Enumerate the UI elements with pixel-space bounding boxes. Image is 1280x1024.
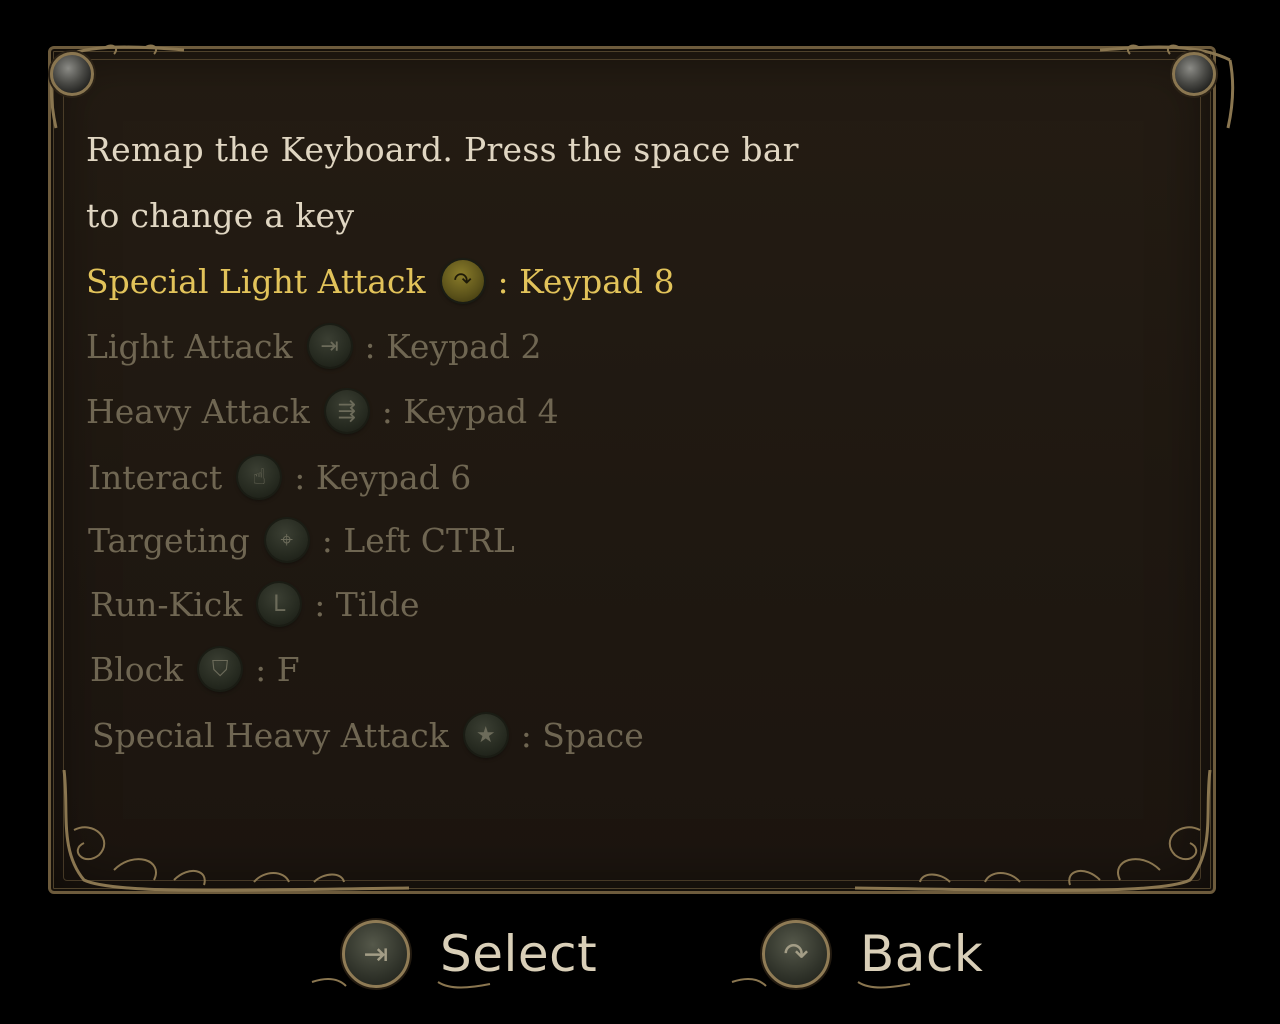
instructions-line-2: to change a key [86,196,355,235]
instructions-line-1: Remap the Keyboard. Press the space bar [86,130,799,169]
binding-key-label: : Keypad 2 [364,326,542,366]
binding-action-label: Special Light Attack [86,261,426,301]
binding-heavy-attack[interactable]: Heavy Attack ⇶ : Keypad 4 [86,390,559,432]
shield-icon: ⛉ [199,648,242,690]
binding-special-light-attack[interactable]: Special Light Attack ↷ : Keypad 8 [86,260,675,302]
binding-key-label: : F [255,649,300,689]
binding-key-label: : Space [520,715,644,755]
corner-orb-top-left [50,52,94,96]
back-label: Back [860,925,984,983]
binding-action-label: Special Heavy Attack [92,715,449,755]
hand-icon: ☝ [238,456,281,498]
binding-key-label: : Tilde [314,584,420,624]
boot-icon: L [258,583,301,625]
binding-light-attack[interactable]: Light Attack ⇥ : Keypad 2 [86,325,542,367]
binding-run-kick[interactable]: Run-Kick L : Tilde [90,583,420,625]
binding-action-label: Interact [88,457,223,497]
select-button[interactable]: ⇥ Select [310,920,598,989]
back-button[interactable]: ↷ Back [730,920,984,989]
binding-action-label: Heavy Attack [86,391,310,431]
binding-action-label: Light Attack [86,326,293,366]
binding-targeting[interactable]: Targeting ⌖ : Left CTRL [88,519,515,561]
binding-key-label: : Left CTRL [321,520,515,560]
heavy-swords-icon: ⇶ [325,390,368,432]
binding-special-heavy-attack[interactable]: Special Heavy Attack ★ : Space [92,714,644,756]
binding-action-label: Targeting [88,520,250,560]
binding-block[interactable]: Block ⛉ : F [90,648,300,690]
binding-interact[interactable]: Interact ☝ : Keypad 6 [88,456,471,498]
sword-icon: ⇥ [342,920,410,988]
star-icon: ★ [464,714,507,756]
curved-arrow-icon: ↷ [762,920,830,988]
binding-key-label: : Keypad 4 [381,391,559,431]
binding-key-label: : Keypad 6 [294,457,472,497]
corner-orb-top-right [1172,52,1216,96]
curved-arrow-icon: ↷ [441,260,484,302]
binding-action-label: Block [90,649,184,689]
binding-key-label: : Keypad 8 [497,261,675,301]
binding-action-label: Run-Kick [90,584,243,624]
crosshair-icon: ⌖ [265,519,308,561]
select-label: Select [440,925,598,983]
sword-icon: ⇥ [308,325,351,367]
